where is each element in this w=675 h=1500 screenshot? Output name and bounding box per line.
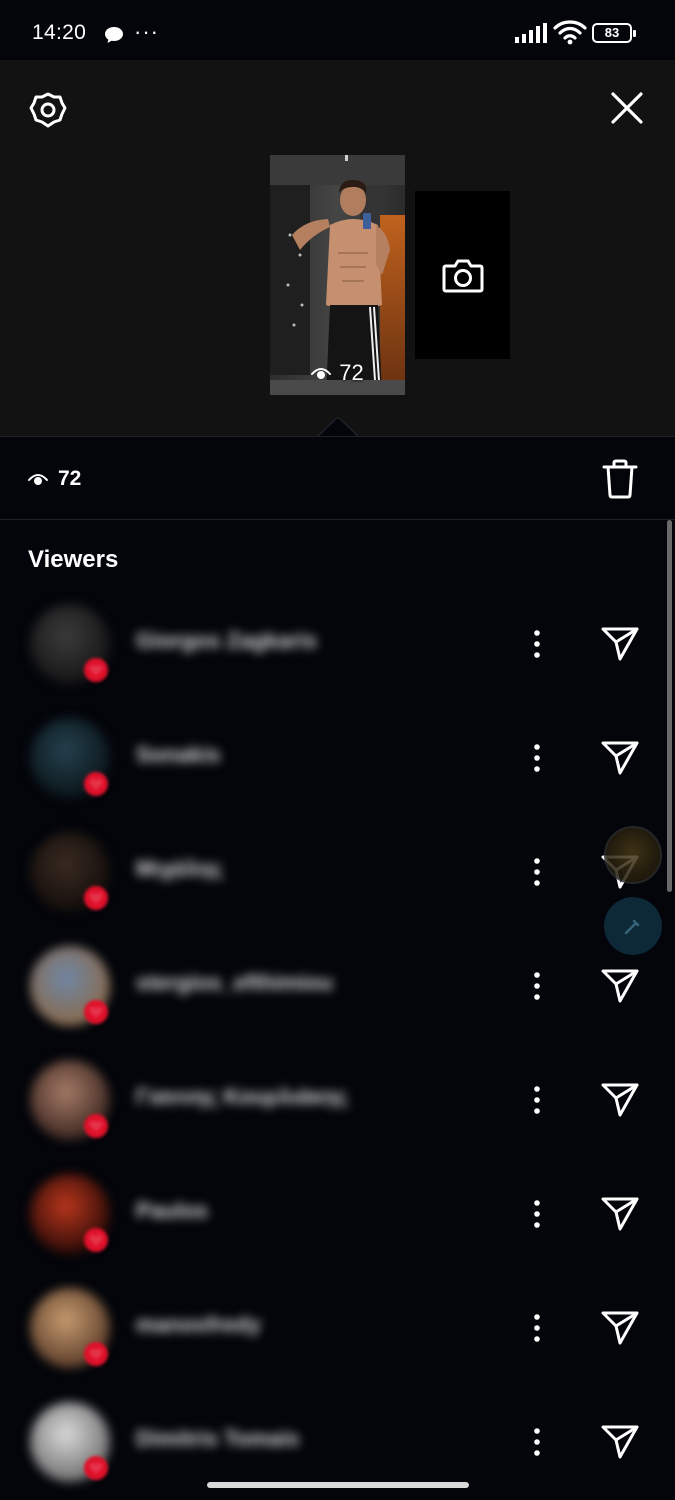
heart-icon [84,1114,108,1138]
viewer-name[interactable]: Paulos [136,1198,208,1224]
viewer-avatar[interactable] [30,1060,110,1140]
send-message-button[interactable] [598,1192,642,1236]
scrollbar[interactable] [667,520,672,892]
viewer-name[interactable]: Giorgos Zagkaris [136,628,317,654]
more-options-button[interactable] [522,1194,552,1234]
viewer-avatar[interactable] [30,718,110,798]
battery-level: 83 [604,25,620,40]
send-message-button[interactable] [598,964,642,1008]
more-options-button[interactable] [522,624,552,664]
heart-icon [84,1342,108,1366]
close-button[interactable] [605,86,649,130]
close-icon [611,92,643,124]
more-options-button[interactable] [522,1308,552,1348]
add-story-button[interactable] [415,191,510,359]
more-vertical-icon [534,972,540,1000]
viewer-name[interactable]: Sonakis [136,742,220,768]
gear-icon [29,92,67,128]
more-vertical-icon [534,744,540,772]
more-vertical-icon [534,1314,540,1342]
story-views-count: 72 [339,360,364,385]
trash-icon [602,459,638,499]
send-icon [601,1311,639,1345]
heart-icon [84,1456,108,1480]
more-options-button[interactable] [522,1422,552,1462]
viewer-row[interactable]: stergios_efthimiou [0,928,675,1042]
viewer-row[interactable]: Sonakis [0,700,675,814]
viewer-row[interactable]: Γιαννης Κουρλιάκης [0,1042,675,1156]
chat-bubble-icon [104,26,124,49]
send-icon [601,969,639,1003]
eyedropper-icon [624,919,640,935]
viewer-row[interactable]: Giorgos Zagkaris [0,586,675,700]
settings-button[interactable] [26,88,70,132]
send-message-button[interactable] [598,1078,642,1122]
more-options-button[interactable] [522,966,552,1006]
more-options-button[interactable] [522,738,552,778]
heart-icon [84,658,108,682]
more-vertical-icon [534,1086,540,1114]
selection-pointer [318,417,358,437]
more-options-button[interactable] [522,852,552,892]
send-icon [601,1425,639,1459]
views-count: 72 [28,467,81,491]
send-icon [601,1197,639,1231]
viewer-name[interactable]: Μιχάλης [136,856,223,882]
viewers-heading: Viewers [28,546,119,573]
views-count-text: 72 [58,467,82,490]
story-views-overlay: 72 [270,360,405,386]
more-vertical-icon [534,858,540,886]
wifi-icon [553,20,587,51]
story-header: 72 [0,60,675,436]
home-indicator[interactable] [207,1482,469,1488]
viewer-avatar[interactable] [30,832,110,912]
floating-bubble[interactable] [604,826,662,884]
views-summary-row: 72 [0,436,675,520]
status-bar: 14:20 ··· 83 [0,0,675,60]
send-icon [601,627,639,661]
battery-icon: 83 [592,23,636,43]
heart-icon [84,886,108,910]
camera-icon [442,259,483,293]
viewer-name[interactable]: manosfredy [136,1312,261,1338]
status-more-indicator: ··· [134,19,159,44]
status-time: 14:20 [32,21,87,44]
viewer-row[interactable]: Μιχάλης [0,814,675,928]
heart-icon [84,772,108,796]
heart-icon [84,1228,108,1252]
eye-icon [311,368,332,379]
eye-icon [28,474,48,485]
send-icon [601,1083,639,1117]
viewer-name[interactable]: Dimitris Tomais [136,1426,299,1452]
more-vertical-icon [534,1200,540,1228]
heart-icon [84,1000,108,1024]
viewer-avatar[interactable] [30,946,110,1026]
viewer-avatar[interactable] [30,604,110,684]
send-icon [601,741,639,775]
viewer-avatar[interactable] [30,1174,110,1254]
viewer-name[interactable]: stergios_efthimiou [136,970,333,996]
story-thumbnail[interactable]: 72 [270,155,405,395]
viewer-row[interactable]: Paulos [0,1156,675,1270]
more-options-button[interactable] [522,1080,552,1120]
send-message-button[interactable] [598,1420,642,1464]
send-message-button[interactable] [598,736,642,780]
viewer-row[interactable]: Dimitris Tomais [0,1384,675,1498]
more-vertical-icon [534,630,540,658]
delete-story-button[interactable] [598,457,642,501]
send-message-button[interactable] [598,622,642,666]
floating-edit-button[interactable] [604,897,662,955]
viewer-name[interactable]: Γιαννης Κουρλιάκης [136,1084,348,1110]
more-vertical-icon [534,1428,540,1456]
send-message-button[interactable] [598,1306,642,1350]
signal-icon [515,23,547,48]
viewer-row[interactable]: manosfredy [0,1270,675,1384]
viewer-avatar[interactable] [30,1288,110,1368]
viewer-avatar[interactable] [30,1402,110,1482]
story-photo [270,155,405,395]
